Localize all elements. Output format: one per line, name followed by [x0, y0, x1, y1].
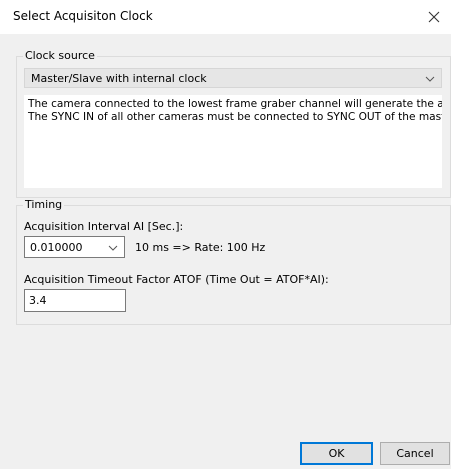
interval-value: 0.010000	[30, 240, 83, 254]
clock-source-value: Master/Slave with internal clock	[31, 71, 207, 85]
close-button[interactable]	[417, 0, 451, 34]
description-line-1: The camera connected to the lowest frame…	[28, 98, 442, 110]
timeout-input[interactable]: 3.4	[24, 289, 126, 312]
interval-combobox[interactable]: 0.010000	[24, 236, 125, 258]
dialog-title: Select Acquisiton Clock	[13, 9, 153, 23]
clock-source-description: The camera connected to the lowest frame…	[24, 95, 442, 188]
cancel-button[interactable]: Cancel	[380, 442, 450, 465]
description-line-2: The SYNC IN of all other cameras must be…	[28, 111, 442, 123]
interval-label: Acquisition Interval AI [Sec.]:	[24, 220, 184, 233]
chevron-down-icon	[108, 245, 118, 251]
timing-label: Timing	[23, 198, 65, 211]
timeout-label: Acquisition Timeout Factor ATOF (Time Ou…	[24, 273, 329, 286]
clock-source-label: Clock source	[23, 49, 97, 62]
clock-source-select[interactable]: Master/Slave with internal clock	[24, 68, 442, 88]
ok-button[interactable]: OK	[300, 442, 373, 465]
chevron-down-icon	[425, 76, 435, 82]
title-bar: Select Acquisiton Clock	[0, 0, 451, 34]
rate-text: 10 ms => Rate: 100 Hz	[135, 241, 266, 254]
close-icon	[428, 11, 440, 23]
